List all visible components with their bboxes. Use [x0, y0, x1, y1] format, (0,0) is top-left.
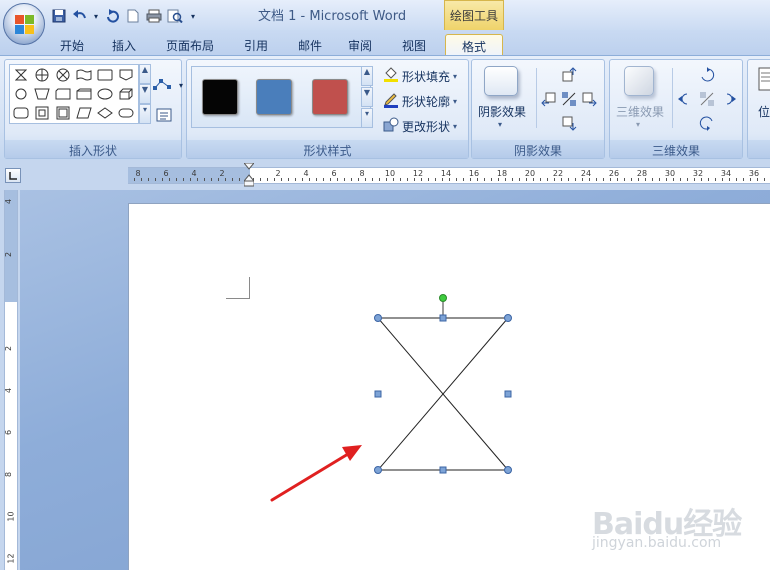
rotation-handle[interactable]: [439, 294, 447, 302]
hourglass-shape[interactable]: [377, 317, 509, 471]
resize-handle-top-left[interactable]: [374, 314, 382, 322]
office-logo-icon: [15, 15, 35, 35]
resize-handle-top[interactable]: [439, 314, 447, 322]
watermark-sub: jingyan.baidu.com: [592, 535, 722, 551]
annotation-arrow: [270, 445, 362, 502]
resize-handle-top-right[interactable]: [504, 314, 512, 322]
resize-handle-bottom-left[interactable]: [374, 466, 382, 474]
office-button[interactable]: [3, 3, 45, 45]
resize-handle-right[interactable]: [504, 390, 512, 398]
drawing-layer: [270, 294, 512, 502]
resize-handle-left[interactable]: [374, 390, 382, 398]
resize-handle-bottom[interactable]: [439, 466, 447, 474]
baidu-watermark: Baidu经验 jingyan.baidu.com: [588, 495, 768, 565]
resize-handle-bottom-right[interactable]: [504, 466, 512, 474]
